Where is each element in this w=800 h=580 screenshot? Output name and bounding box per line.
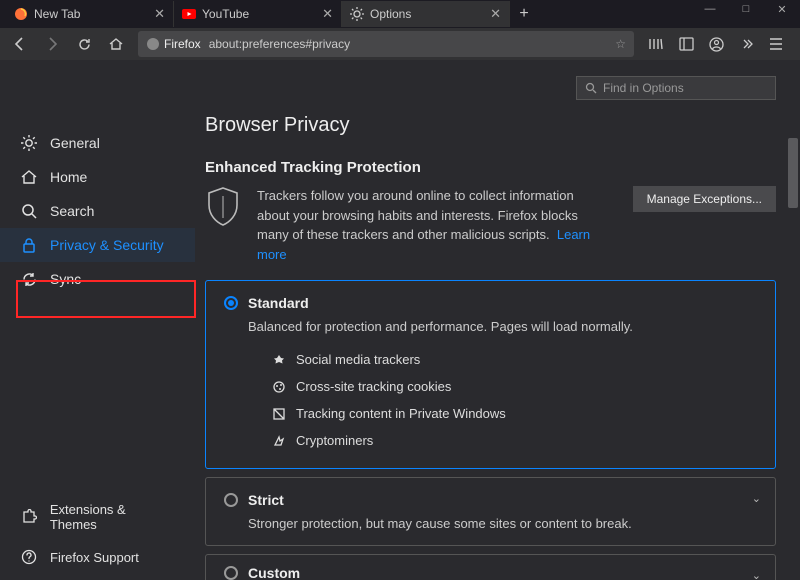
gear-icon — [20, 134, 38, 152]
feature-list: Social media trackers Cross-site tracking… — [272, 346, 757, 454]
home-icon — [20, 168, 38, 186]
new-tab-button[interactable]: + — [510, 0, 538, 28]
tab-label: YouTube — [202, 7, 249, 21]
sidebar-item-search[interactable]: Search — [0, 194, 195, 228]
sidebar-item-label: Firefox Support — [50, 550, 139, 565]
bookmark-star-icon[interactable]: ☆ — [615, 37, 626, 51]
sidebar-item-home[interactable]: Home — [0, 160, 195, 194]
overflow-icon[interactable] — [732, 30, 760, 58]
feature-item: Tracking content in Private Windows — [272, 400, 757, 427]
etp-description: Trackers follow you around online to col… — [257, 186, 607, 264]
feature-label: Tracking content in Private Windows — [296, 406, 506, 421]
tab-youtube[interactable]: YouTube ✕ — [174, 1, 342, 27]
window-maximize-button[interactable]: □ — [728, 0, 764, 18]
feature-icon — [272, 407, 286, 421]
menu-button[interactable] — [762, 30, 790, 58]
sidebar-item-label: Home — [50, 169, 87, 185]
feature-label: Cryptominers — [296, 433, 373, 448]
search-icon — [20, 202, 38, 220]
protection-card-custom[interactable]: ⌄ Custom — [205, 554, 776, 580]
library-icon[interactable] — [642, 30, 670, 58]
radio-standard[interactable] — [224, 296, 238, 310]
sidebar-item-label: Privacy & Security — [50, 237, 164, 253]
sidebar-item-label: Extensions & Themes — [50, 502, 175, 532]
feature-icon — [272, 353, 286, 367]
radio-custom[interactable] — [224, 566, 238, 580]
tab-label: New Tab — [34, 7, 80, 21]
shield-icon — [205, 186, 245, 228]
identity-label: Firefox — [164, 37, 201, 51]
tab-new-tab[interactable]: New Tab ✕ — [6, 1, 174, 27]
find-in-options-input[interactable]: Find in Options — [576, 76, 776, 100]
card-subtext: Balanced for protection and performance.… — [248, 319, 757, 334]
sidebar-item-label: General — [50, 135, 100, 151]
sidebar-item-extensions[interactable]: Extensions & Themes — [0, 494, 195, 540]
sidebar-item-privacy[interactable]: Privacy & Security — [0, 228, 195, 262]
chevron-down-icon[interactable]: ⌄ — [752, 569, 761, 580]
feature-icon — [272, 380, 286, 394]
window-minimize-button[interactable]: — — [692, 0, 728, 18]
identity-box[interactable]: Firefox — [146, 37, 201, 51]
sidebar-item-support[interactable]: Firefox Support — [0, 540, 195, 580]
youtube-icon — [182, 7, 196, 21]
feature-item: Social media trackers — [272, 346, 757, 373]
vertical-scrollbar[interactable] — [786, 120, 800, 580]
close-icon[interactable]: ✕ — [154, 6, 165, 22]
tab-options[interactable]: Options ✕ — [342, 1, 510, 27]
sync-icon — [20, 270, 38, 288]
sidebar-item-sync[interactable]: Sync — [0, 262, 195, 296]
firefox-icon — [14, 7, 28, 21]
forward-button[interactable] — [38, 30, 66, 58]
toolbar: Firefox about:preferences#privacy ☆ — [0, 28, 800, 60]
card-title: Strict — [248, 492, 284, 508]
section-title: Enhanced Tracking Protection — [205, 159, 776, 176]
protection-card-strict[interactable]: ⌄ Strict Stronger protection, but may ca… — [205, 477, 776, 546]
close-icon[interactable]: ✕ — [322, 6, 333, 22]
url-text: about:preferences#privacy — [209, 37, 608, 51]
scrollbar-thumb[interactable] — [788, 138, 798, 208]
feature-label: Social media trackers — [296, 352, 420, 367]
tab-bar: New Tab ✕ YouTube ✕ Options ✕ + — [0, 0, 800, 28]
card-subtext: Stronger protection, but may cause some … — [248, 516, 757, 531]
preferences-content: Find in Options Browser Privacy Enhanced… — [195, 60, 800, 580]
lock-icon — [20, 236, 38, 254]
manage-exceptions-button[interactable]: Manage Exceptions... — [633, 186, 776, 212]
feature-item: Cross-site tracking cookies — [272, 373, 757, 400]
feature-item: Cryptominers — [272, 427, 757, 454]
puzzle-icon — [20, 508, 38, 526]
card-title: Custom — [248, 565, 300, 580]
sidebar-item-label: Sync — [50, 271, 81, 287]
firefox-logo-icon — [146, 37, 160, 51]
tab-label: Options — [370, 7, 411, 21]
close-icon[interactable]: ✕ — [490, 6, 501, 22]
card-title: Standard — [248, 295, 309, 311]
feature-icon — [272, 434, 286, 448]
gear-icon — [350, 7, 364, 21]
search-icon — [585, 82, 597, 94]
account-icon[interactable] — [702, 30, 730, 58]
question-icon — [20, 548, 38, 566]
chevron-down-icon[interactable]: ⌄ — [752, 492, 761, 505]
url-bar[interactable]: Firefox about:preferences#privacy ☆ — [138, 31, 634, 57]
preferences-sidebar: General Home Search Privacy & Security S… — [0, 60, 195, 580]
sidebar-item-label: Search — [50, 203, 94, 219]
feature-label: Cross-site tracking cookies — [296, 379, 451, 394]
reload-button[interactable] — [70, 30, 98, 58]
window-close-button[interactable]: ✕ — [764, 0, 800, 18]
back-button[interactable] — [6, 30, 34, 58]
find-placeholder: Find in Options — [603, 81, 684, 95]
sidebar-icon[interactable] — [672, 30, 700, 58]
home-button[interactable] — [102, 30, 130, 58]
protection-card-standard[interactable]: Standard Balanced for protection and per… — [205, 280, 776, 469]
radio-strict[interactable] — [224, 493, 238, 507]
page-title: Browser Privacy — [205, 114, 776, 137]
sidebar-item-general[interactable]: General — [0, 126, 195, 160]
